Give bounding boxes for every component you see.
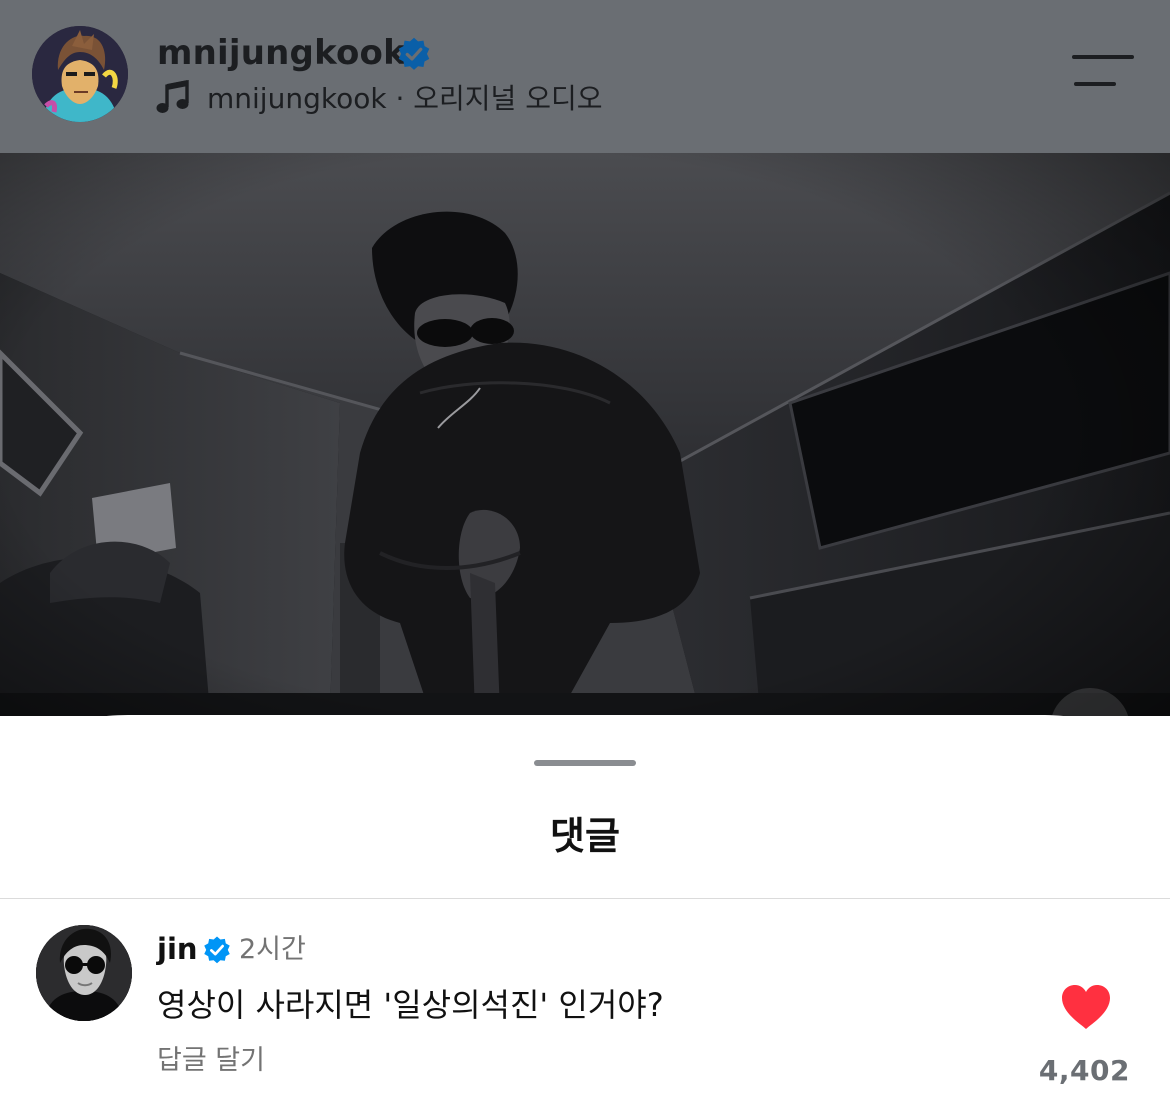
reply-button[interactable]: 답글 달기 [157, 1042, 265, 1080]
verified-badge-icon [204, 936, 230, 964]
video-frame[interactable] [0, 153, 1170, 773]
heart-filled-icon[interactable] [1060, 983, 1112, 1031]
commenter-username[interactable]: jin [157, 929, 198, 969]
commenter-avatar[interactable] [36, 925, 132, 1021]
audio-title: 오리지널 오디오 [413, 82, 603, 115]
menu-icon[interactable] [1072, 55, 1134, 89]
audio-owner: mnijungkook [207, 82, 387, 115]
sheet-grabber[interactable] [534, 760, 636, 766]
comments-sheet: 댓글 jin 2시간 영상이 사라지면 '일상의석진' 인거야? 답글 달기 4… [0, 715, 1170, 1096]
audio-separator: · [386, 82, 414, 115]
comment-timestamp: 2시간 [239, 934, 306, 965]
audio-attribution[interactable]: mnijungkook · 오리지널 오디오 [207, 80, 602, 118]
comment-text: 영상이 사라지면 '일상의석진' 인거야? [157, 986, 664, 1024]
verified-badge-icon [398, 37, 430, 70]
like-count: 4,402 [1038, 1054, 1130, 1087]
comment-item: jin 2시간 영상이 사라지면 '일상의석진' 인거야? 답글 달기 4,40… [0, 899, 1170, 1096]
music-note-icon [156, 80, 189, 113]
video-still [0, 153, 1170, 773]
post-header: mnijungkook mnijungkook · 오리지널 오디오 [0, 0, 1170, 153]
author-avatar[interactable] [32, 26, 128, 122]
author-username[interactable]: mnijungkook [157, 30, 406, 76]
sheet-title: 댓글 [550, 814, 620, 858]
reels-screen: mnijungkook mnijungkook · 오리지널 오디오 댓글 ji… [0, 0, 1170, 1096]
